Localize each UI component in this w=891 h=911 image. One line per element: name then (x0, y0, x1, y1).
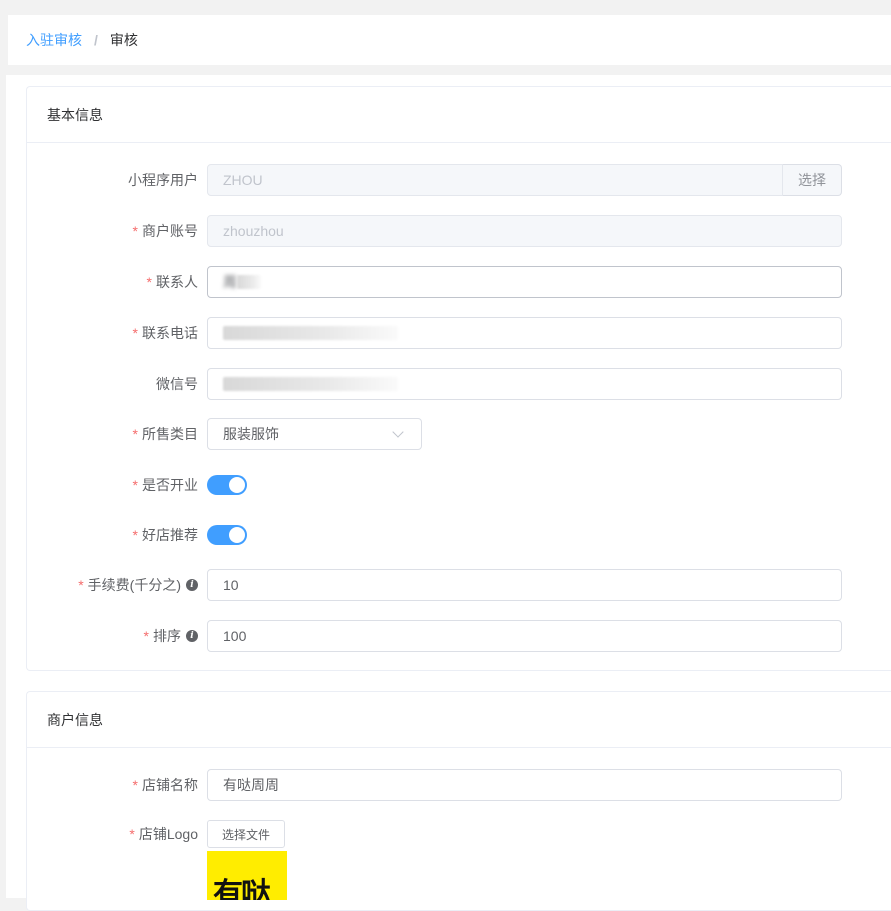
breadcrumb: 入驻审核 / 审核 (8, 15, 891, 65)
form-item-mini-program-user: 小程序用户 ZHOU 选择 (27, 164, 891, 196)
breadcrumb-separator: / (94, 32, 98, 48)
field-label: 微信号 (156, 376, 198, 392)
logo-text: 有哒 (213, 877, 271, 900)
main-content: 基本信息 小程序用户 ZHOU 选择 * 商户账号 zhouzhou * 联系人 周… (6, 75, 891, 911)
required-mark: * (78, 577, 84, 593)
choose-file-button[interactable]: 选择文件 (207, 820, 286, 848)
form-item-contact: * 联系人 周 (27, 266, 891, 298)
form-item-sort: * 排序 i 100 (27, 620, 891, 652)
field-label: * 所售类目 (133, 418, 198, 450)
breadcrumb-current: 审核 (109, 32, 138, 48)
form-item-recommended: * 好店推荐 (27, 519, 891, 551)
form-item-is-open: * 是否开业 (27, 469, 891, 501)
field-label: 小程序用户 (128, 172, 198, 188)
card-title: 商户信息 (27, 692, 891, 748)
shop-name-input[interactable]: 有哒周周 (207, 769, 842, 801)
required-mark: * (132, 325, 138, 341)
info-icon[interactable]: i (186, 630, 198, 642)
info-icon[interactable]: i (186, 579, 198, 591)
form-item-shop-logo: * 店铺Logo 选择文件 (27, 818, 891, 850)
switch-knob (229, 527, 245, 543)
basic-info-card: 基本信息 小程序用户 ZHOU 选择 * 商户账号 zhouzhou * 联系人 周… (26, 86, 891, 671)
required-mark: * (132, 777, 138, 793)
select-user-button[interactable]: 选择 (783, 164, 842, 196)
merchant-info-card: 商户信息 * 店铺名称 有哒周周 * 店铺Logo 选择文件 有哒 (26, 691, 891, 911)
redacted-text (223, 377, 398, 391)
form-item-wechat: 微信号 (27, 368, 891, 400)
switch-knob (229, 477, 245, 493)
required-mark: * (143, 628, 149, 644)
required-mark: * (132, 527, 138, 543)
required-mark: * (132, 477, 138, 493)
field-label: * 店铺Logo (129, 818, 198, 850)
mini-program-user-input: ZHOU (207, 164, 783, 196)
redacted-text (223, 326, 398, 340)
form-item-shop-name: * 店铺名称 有哒周周 (27, 769, 891, 801)
fee-input[interactable]: 10 (207, 569, 842, 601)
field-label: * 好店推荐 (133, 519, 198, 551)
card-title: 基本信息 (27, 87, 891, 143)
recommended-switch[interactable] (207, 525, 247, 545)
field-label: * 手续费(千分之) i (78, 569, 198, 601)
form-item-merchant-account: * 商户账号 zhouzhou (27, 215, 891, 247)
form-item-phone: * 联系电话 (27, 317, 891, 349)
required-mark: * (129, 826, 135, 842)
form-item-fee: * 手续费(千分之) i 10 (27, 569, 891, 601)
contact-value: 周 (223, 274, 237, 290)
sort-input[interactable]: 100 (207, 620, 842, 652)
is-open-switch[interactable] (207, 475, 247, 495)
shop-logo-image: 有哒 (207, 851, 287, 900)
field-label: * 联系电话 (133, 317, 198, 349)
required-mark: * (132, 426, 138, 442)
field-label: * 是否开业 (133, 469, 198, 501)
required-mark: * (132, 223, 138, 239)
category-value: 服装服饰 (223, 426, 279, 442)
phone-input[interactable] (207, 317, 842, 349)
category-select[interactable]: 服装服饰 (207, 418, 422, 450)
form-item-category: * 所售类目 服装服饰 (27, 418, 891, 450)
wechat-input[interactable] (207, 368, 842, 400)
breadcrumb-link-audit[interactable]: 入驻审核 (26, 30, 82, 50)
field-label: * 店铺名称 (133, 769, 198, 801)
chevron-down-icon (392, 425, 404, 438)
field-label: * 商户账号 (133, 215, 198, 247)
redacted-text (237, 275, 261, 289)
field-label: * 排序 i (144, 620, 198, 652)
required-mark: * (146, 274, 152, 290)
contact-input[interactable]: 周 (207, 266, 842, 298)
merchant-account-input: zhouzhou (207, 215, 842, 247)
field-label: * 联系人 (147, 266, 198, 298)
